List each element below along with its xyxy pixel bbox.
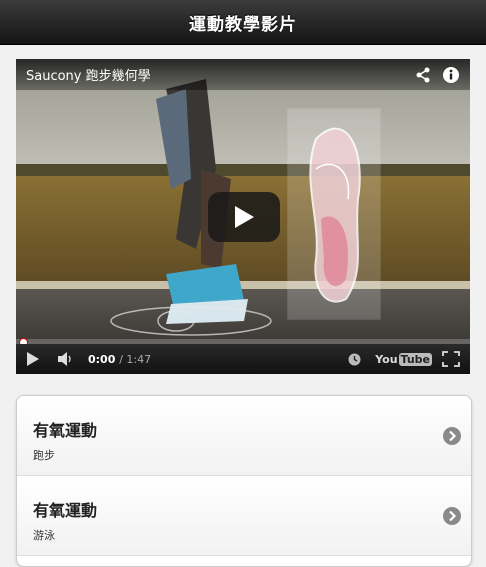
- list-item[interactable]: 有氧運動 跑步: [17, 396, 471, 476]
- video-player[interactable]: Saucony 跑步幾何學 0:00 / 1:47 You Tube: [16, 59, 470, 374]
- clock-icon: [348, 353, 361, 365]
- list-item-subtitle: 跑步: [33, 449, 55, 462]
- duration: 1:47: [126, 352, 152, 366]
- header-bar: 運動教學影片: [0, 0, 486, 45]
- fullscreen-icon: [442, 351, 460, 367]
- fullscreen-control[interactable]: [442, 351, 460, 367]
- video-title[interactable]: Saucony 跑步幾何學: [26, 65, 404, 84]
- list-item[interactable]: 有氧運動 游泳: [17, 476, 471, 556]
- chevron-right-icon: [443, 427, 461, 445]
- volume-control[interactable]: [58, 352, 74, 366]
- exercise-list: 有氧運動 跑步 有氧運動 游泳: [16, 395, 472, 567]
- list-item-subtitle: 游泳: [33, 529, 55, 542]
- player-controls: 0:00 / 1:47 You Tube: [16, 344, 470, 374]
- chevron-right-icon: [443, 507, 461, 525]
- share-icon[interactable]: [414, 66, 432, 84]
- play-icon: [27, 352, 39, 366]
- list-item-title: 有氧運動: [33, 421, 98, 440]
- play-icon: [235, 206, 254, 228]
- current-time: 0:00: [88, 352, 116, 366]
- play-button[interactable]: [208, 192, 280, 242]
- watch-later-control[interactable]: [348, 353, 361, 366]
- play-control[interactable]: [26, 352, 40, 366]
- list-item-title: 有氧運動: [33, 501, 98, 520]
- volume-icon: [58, 352, 71, 366]
- youtube-logo[interactable]: You Tube: [375, 352, 432, 366]
- video-title-bar: Saucony 跑步幾何學: [16, 59, 470, 90]
- time-display: 0:00 / 1:47: [88, 352, 152, 366]
- page-title: 運動教學影片: [189, 14, 297, 35]
- info-icon[interactable]: [442, 66, 460, 84]
